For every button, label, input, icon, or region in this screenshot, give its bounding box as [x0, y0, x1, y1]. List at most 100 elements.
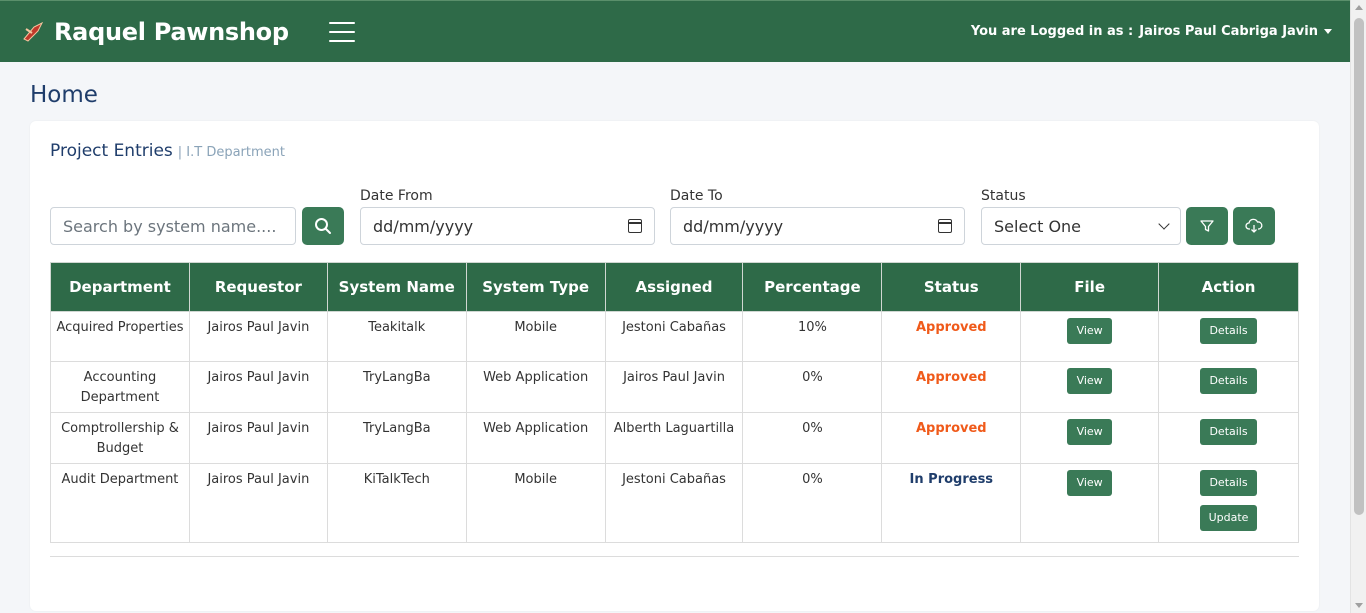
cell-requestor: Jairos Paul Javin: [188, 412, 328, 464]
status-label: Status: [981, 188, 1026, 204]
cell-system-type: Mobile: [465, 463, 606, 543]
cell-system-name: TryLangBa: [326, 361, 467, 413]
project-entries-table: Department Requestor System Name System …: [50, 262, 1299, 543]
cell-department: Acquired Properties: [50, 311, 190, 362]
status-badge: In Progress: [909, 472, 994, 487]
filter-button[interactable]: [1186, 207, 1228, 245]
view-file-button[interactable]: View: [1067, 368, 1113, 394]
column-header[interactable]: Status: [881, 262, 1022, 312]
column-header[interactable]: Action: [1158, 262, 1299, 312]
scrollbar[interactable]: [1350, 0, 1366, 613]
cell-department: Accounting Department: [50, 361, 190, 413]
scroll-down-icon[interactable]: [1355, 603, 1363, 608]
column-header[interactable]: Requestor: [188, 262, 328, 312]
filter-icon: [1200, 220, 1214, 232]
cell-department: Audit Department: [50, 463, 190, 543]
cell-status: In Progress: [881, 463, 1022, 543]
page-title: Home: [30, 82, 98, 108]
column-header[interactable]: System Type: [465, 262, 606, 312]
status-badge: Approved: [915, 320, 987, 335]
date-from-input[interactable]: dd/mm/yyyy: [360, 207, 655, 245]
cell-status: Approved: [881, 412, 1022, 464]
status-select-value: Select One: [994, 216, 1082, 236]
cell-file: View: [1020, 361, 1160, 413]
cell-percentage: 0%: [742, 463, 883, 543]
top-navbar: Raquel Pawnshop You are Logged in as : J…: [0, 0, 1350, 62]
details-button[interactable]: Details: [1200, 368, 1258, 394]
cell-action: Details: [1158, 311, 1299, 362]
cell-status: Approved: [881, 361, 1022, 413]
cell-assigned: Jestoni Cabañas: [604, 311, 744, 362]
search-button[interactable]: [302, 207, 344, 245]
cell-system-type: Web Application: [465, 412, 606, 464]
column-header[interactable]: Department: [50, 262, 190, 312]
cell-system-type: Web Application: [465, 361, 606, 413]
brand[interactable]: Raquel Pawnshop: [20, 18, 289, 46]
cell-file: View: [1020, 412, 1160, 464]
cell-action: Details: [1158, 361, 1299, 413]
user-menu[interactable]: You are Logged in as : Jairos Paul Cabri…: [971, 24, 1332, 39]
cell-system-name: KiTalkTech: [326, 463, 467, 543]
cell-requestor: Jairos Paul Javin: [188, 311, 328, 362]
view-file-button[interactable]: View: [1067, 470, 1113, 496]
update-button[interactable]: Update: [1200, 505, 1258, 531]
status-badge: Approved: [915, 370, 987, 385]
details-button[interactable]: Details: [1200, 318, 1258, 344]
cell-assigned: Jestoni Cabañas: [604, 463, 744, 543]
date-to-value: dd/mm/yyyy: [683, 216, 784, 236]
chevron-down-icon: [1158, 218, 1170, 230]
date-from-label: Date From: [360, 188, 433, 204]
view-file-button[interactable]: View: [1067, 318, 1113, 344]
table-row: Comptrollership & Budget Jairos Paul Jav…: [50, 412, 1299, 464]
column-header[interactable]: File: [1020, 262, 1160, 312]
cell-requestor: Jairos Paul Javin: [188, 463, 328, 543]
table-row: Accounting Department Jairos Paul Javin …: [50, 361, 1299, 413]
search-icon: [315, 218, 331, 234]
card-title-main: Project Entries: [50, 141, 173, 161]
column-header[interactable]: Percentage: [742, 262, 883, 312]
cell-system-type: Mobile: [465, 311, 606, 362]
cell-status: Approved: [881, 311, 1022, 362]
cell-department: Comptrollership & Budget: [50, 412, 190, 464]
date-from-value: dd/mm/yyyy: [373, 216, 474, 236]
table-row: Acquired Properties Jairos Paul Javin Te…: [50, 311, 1299, 362]
card-title-department: | I.T Department: [177, 145, 285, 160]
card-title: Project Entries | I.T Department: [50, 141, 285, 161]
table-header-row: Department Requestor System Name System …: [50, 262, 1299, 312]
column-header[interactable]: Assigned: [604, 262, 744, 312]
column-header[interactable]: System Name: [326, 262, 467, 312]
details-button[interactable]: Details: [1200, 419, 1258, 445]
user-name: Jairos Paul Cabriga Javin: [1139, 24, 1318, 39]
cell-system-name: Teakitalk: [326, 311, 467, 362]
cell-requestor: Jairos Paul Javin: [188, 361, 328, 413]
divider: [50, 556, 1299, 557]
date-to-input[interactable]: dd/mm/yyyy: [670, 207, 965, 245]
cell-action: Details Update: [1158, 463, 1299, 543]
cell-file: View: [1020, 463, 1160, 543]
cell-percentage: 0%: [742, 412, 883, 464]
search-input[interactable]: Search by system name....: [50, 207, 296, 245]
scroll-up-icon[interactable]: [1355, 5, 1363, 10]
cell-percentage: 10%: [742, 311, 883, 362]
brand-name: Raquel Pawnshop: [54, 17, 289, 46]
table-row: Audit Department Jairos Paul Javin KiTal…: [50, 463, 1299, 543]
calendar-icon[interactable]: [628, 219, 642, 233]
scrollbar-thumb[interactable]: [1354, 18, 1364, 515]
download-button[interactable]: [1233, 207, 1275, 245]
menu-toggle-icon[interactable]: [328, 21, 355, 42]
cell-assigned: Jairos Paul Javin: [604, 361, 744, 413]
date-to-label: Date To: [670, 188, 723, 204]
cloud-download-icon: [1245, 218, 1263, 233]
cell-assigned: Alberth Laguartilla: [604, 412, 744, 464]
status-select[interactable]: Select One: [981, 207, 1181, 245]
project-entries-card: Project Entries | I.T Department Search …: [30, 121, 1319, 611]
pawnshop-logo-icon: [23, 21, 44, 42]
cell-percentage: 0%: [742, 361, 883, 413]
calendar-icon[interactable]: [938, 219, 952, 233]
cell-system-name: TryLangBa: [326, 412, 467, 464]
view-file-button[interactable]: View: [1067, 419, 1113, 445]
cell-action: Details: [1158, 412, 1299, 464]
cell-file: View: [1020, 311, 1160, 362]
user-prefix: You are Logged in as :: [970, 24, 1134, 39]
details-button[interactable]: Details: [1200, 470, 1258, 496]
